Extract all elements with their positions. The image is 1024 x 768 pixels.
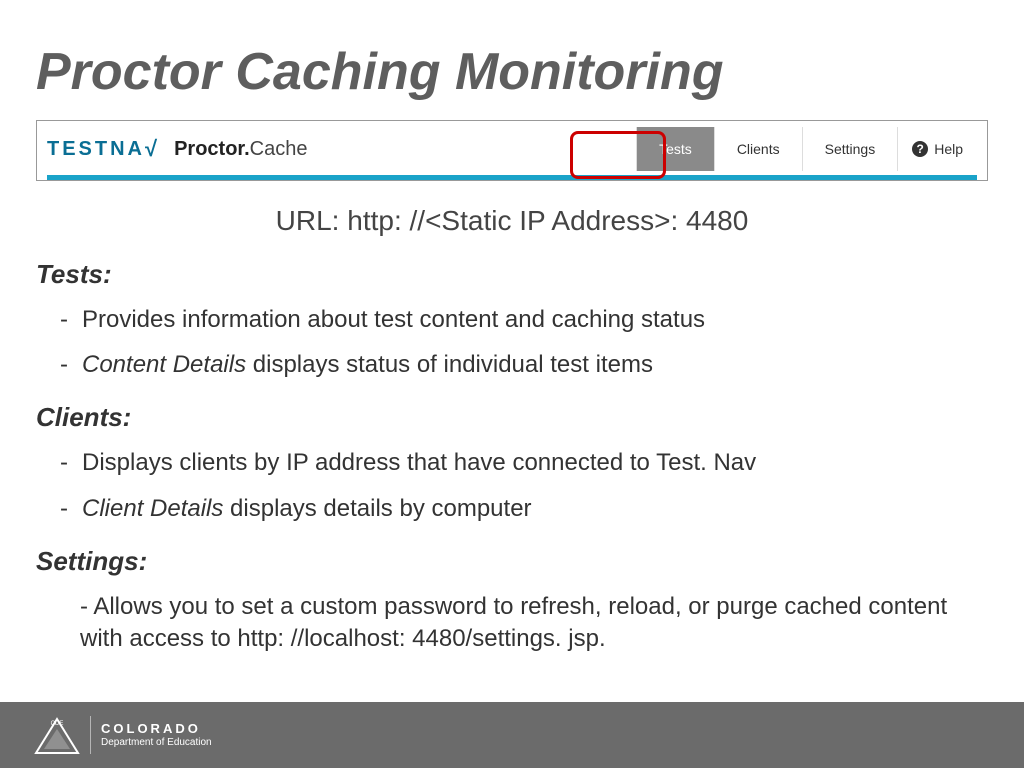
tests-bullet-1: Provides information about test content … xyxy=(60,304,988,335)
tests-bullet-2-rest: displays status of individual test items xyxy=(246,351,653,378)
help-link[interactable]: ? Help xyxy=(898,141,977,157)
logo-sub-thin: Cache xyxy=(250,138,308,160)
footer-state: COLORADO xyxy=(101,721,212,737)
footer-dept: Department of Education xyxy=(101,737,212,749)
settings-body: - Allows you to set a custom password to… xyxy=(80,591,988,656)
clients-bullet-2-rest: displays details by computer xyxy=(223,495,531,522)
clients-bullets: Displays clients by IP address that have… xyxy=(60,447,988,523)
tab-settings-label: Settings xyxy=(825,141,876,157)
tab-clients-label: Clients xyxy=(737,141,780,157)
proctorcache-label: Proctor.Cache xyxy=(174,138,307,161)
tests-bullet-2: Content Details displays status of indiv… xyxy=(60,349,988,380)
clients-bullet-1: Displays clients by IP address that have… xyxy=(60,447,988,478)
badge-text: CDE xyxy=(51,721,64,727)
footer-divider xyxy=(90,716,91,754)
divider-line xyxy=(47,175,977,180)
footer-bar: CDE COLORADO Department of Education xyxy=(0,702,1024,768)
cde-logo: CDE COLORADO Department of Education xyxy=(34,715,212,755)
tab-tests[interactable]: Tests xyxy=(636,127,714,171)
mountain-icon: CDE xyxy=(34,715,80,755)
check-icon: √ xyxy=(145,136,160,162)
section-clients-heading: Clients: xyxy=(36,402,988,433)
logo-text: TESTNA xyxy=(47,138,145,161)
tab-tests-label: Tests xyxy=(659,141,692,157)
section-settings-heading: Settings: xyxy=(36,546,988,577)
logo-sub-bold: Proctor. xyxy=(174,138,250,160)
proctorcache-toolbar: TESTNA√ Proctor.Cache Tests Clients Sett… xyxy=(36,120,988,181)
url-text: URL: http: //<Static IP Address>: 4480 xyxy=(36,205,988,237)
section-tests-heading: Tests: xyxy=(36,259,988,290)
tests-bullets: Provides information about test content … xyxy=(60,304,988,380)
help-icon: ? xyxy=(912,141,928,157)
tab-settings[interactable]: Settings xyxy=(802,127,899,171)
clients-bullet-2-italic: Client Details xyxy=(82,495,223,522)
clients-bullet-2: Client Details displays details by compu… xyxy=(60,493,988,524)
nav-tabs: Tests Clients Settings xyxy=(636,127,898,171)
tab-clients[interactable]: Clients xyxy=(714,127,802,171)
cde-text: COLORADO Department of Education xyxy=(101,721,212,749)
help-label: Help xyxy=(934,141,963,157)
testnav-logo: TESTNA√ xyxy=(47,136,160,162)
tests-bullet-2-italic: Content Details xyxy=(82,351,246,378)
page-title: Proctor Caching Monitoring xyxy=(36,0,988,102)
